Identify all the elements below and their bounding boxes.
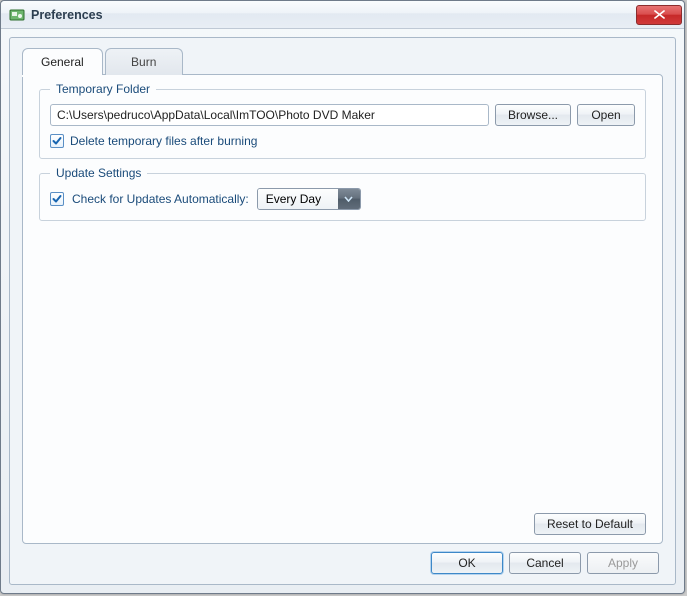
ok-button[interactable]: OK: [431, 552, 503, 574]
delete-temp-checkbox[interactable]: [50, 134, 64, 148]
delete-temp-label[interactable]: Delete temporary files after burning: [70, 134, 257, 148]
group-title-temp: Temporary Folder: [50, 82, 156, 96]
tab-burn[interactable]: Burn: [105, 48, 183, 75]
group-title-update: Update Settings: [50, 166, 147, 180]
update-frequency-value: Every Day: [258, 189, 338, 209]
close-icon: [654, 10, 665, 19]
tab-general[interactable]: General: [22, 48, 103, 75]
check-icon: [52, 194, 62, 204]
titlebar: Preferences: [1, 1, 684, 29]
cancel-button[interactable]: Cancel: [509, 552, 581, 574]
tab-body-general: Temporary Folder Browse... Open Delete t…: [22, 74, 663, 544]
client-area: General Burn Temporary Folder Browse... …: [1, 29, 684, 593]
preferences-window: Preferences General Burn Temporary Folde…: [0, 0, 685, 594]
update-frequency-select[interactable]: Every Day: [257, 188, 361, 210]
temp-folder-path-input[interactable]: [50, 104, 489, 126]
content-panel: General Burn Temporary Folder Browse... …: [9, 37, 676, 585]
check-updates-checkbox[interactable]: [50, 192, 64, 206]
tab-strip: General Burn: [22, 48, 663, 75]
chevron-down-icon: [344, 196, 353, 202]
close-button[interactable]: [636, 5, 682, 25]
browse-button[interactable]: Browse...: [495, 104, 571, 126]
reset-to-default-button[interactable]: Reset to Default: [534, 513, 646, 535]
dropdown-button: [338, 189, 360, 209]
app-icon: [9, 7, 25, 23]
dialog-button-row: OK Cancel Apply: [22, 544, 663, 576]
open-button[interactable]: Open: [577, 104, 635, 126]
group-temporary-folder: Temporary Folder Browse... Open Delete t…: [39, 89, 646, 159]
group-update-settings: Update Settings Check for Updates Automa…: [39, 173, 646, 221]
check-icon: [52, 136, 62, 146]
apply-button[interactable]: Apply: [587, 552, 659, 574]
window-title: Preferences: [31, 8, 636, 22]
check-updates-label[interactable]: Check for Updates Automatically:: [72, 192, 249, 206]
